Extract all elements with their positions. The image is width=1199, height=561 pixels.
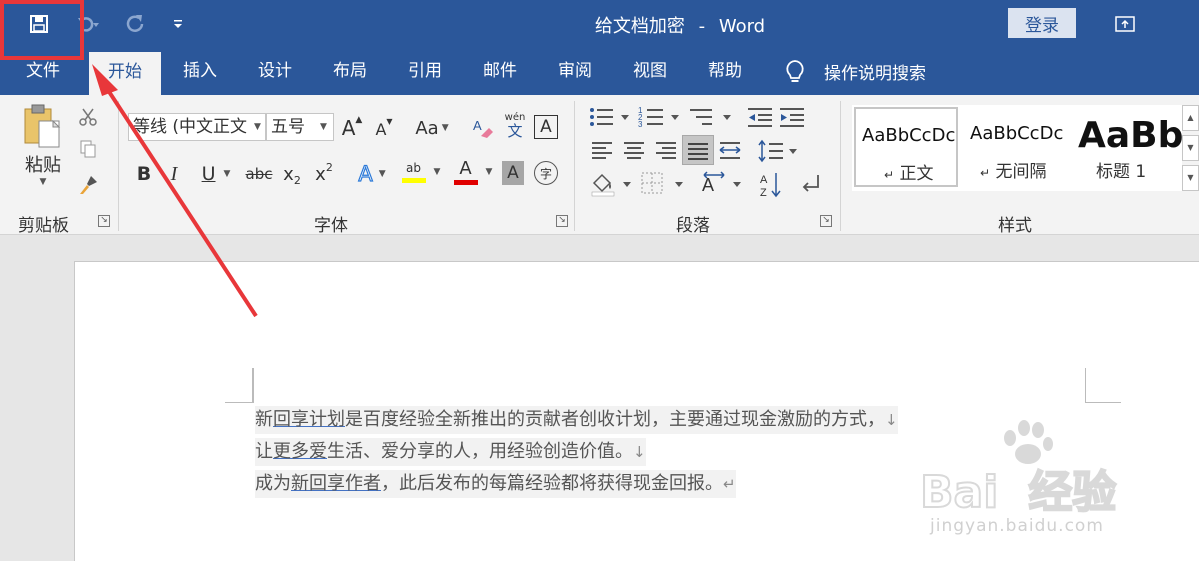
annotation-arrow-icon [92,64,258,318]
